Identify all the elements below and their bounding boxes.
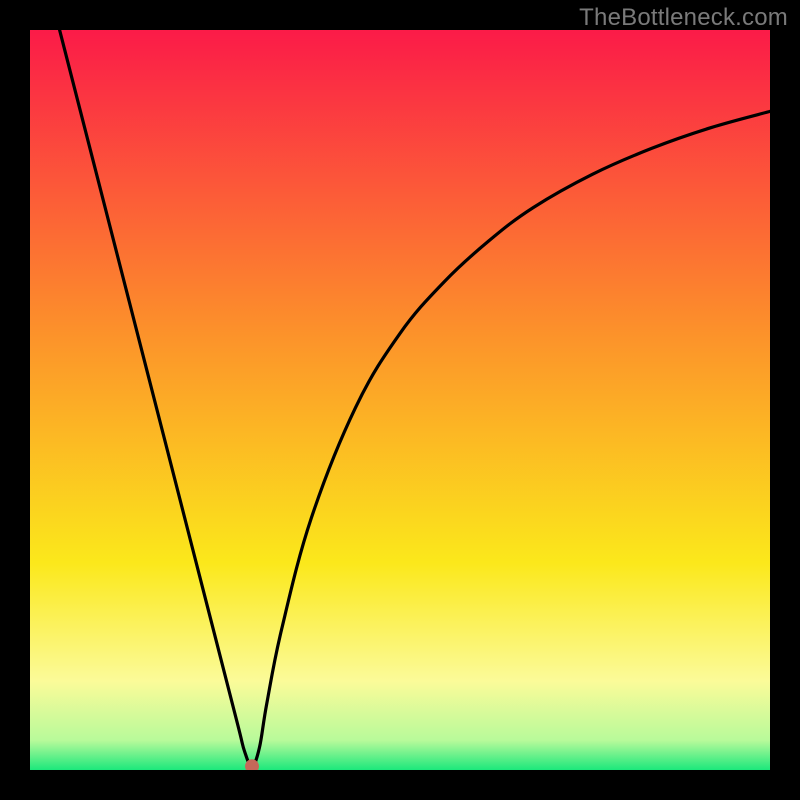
chart-frame: TheBottleneck.com bbox=[0, 0, 800, 800]
watermark-text: TheBottleneck.com bbox=[579, 4, 788, 32]
plot-area bbox=[30, 30, 770, 770]
bottleneck-chart bbox=[30, 30, 770, 770]
gradient-background bbox=[30, 30, 770, 770]
